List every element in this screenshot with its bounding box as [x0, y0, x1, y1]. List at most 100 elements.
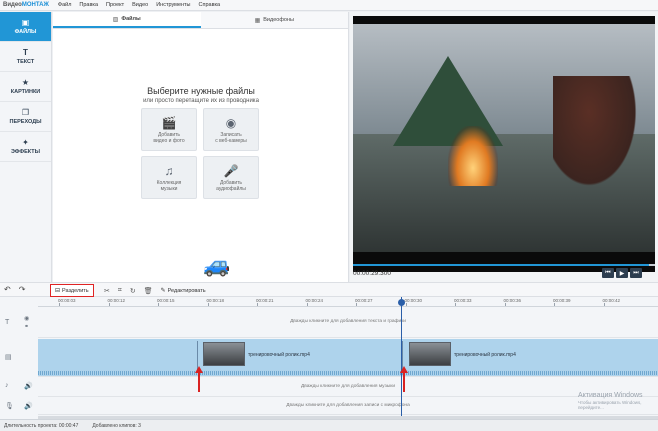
undo-button[interactable]: ↶ [4, 285, 11, 294]
add-audio-button[interactable]: 🎤 Добавить аудиофайлы [203, 156, 259, 199]
annotation-arrow-head [195, 366, 203, 373]
nav-item-text[interactable]: T ТЕКСТ [0, 42, 51, 72]
nav-item-images[interactable]: ★ КАРТИНКИ [0, 72, 51, 102]
clip-audio-wave [38, 371, 658, 375]
nav-item-effects[interactable]: ✦ ЭФФЕКТЫ [0, 132, 51, 162]
ruler-tick [306, 303, 308, 306]
split-button[interactable]: ⊟ Разделить [50, 284, 94, 297]
redo-button[interactable]: ↷ [19, 285, 26, 294]
play-icon: ▶ [619, 270, 625, 277]
delete-button[interactable]: 🗑 [144, 287, 153, 295]
trash-icon: 🗑 [143, 287, 153, 295]
menu-bar: ВидеоМОНТАЖ Файл Правка Проект Видео Инс… [0, 0, 658, 11]
undo-icon: ↶ [4, 285, 11, 294]
tab-files[interactable]: ▨ Файлы [53, 12, 201, 28]
ruler-tick [603, 303, 605, 306]
music-lane[interactable]: Дважды кликните для добавления музыки [38, 378, 658, 397]
ruler-tick [455, 303, 456, 306]
timeline: 00:00:03 00:00:12 00:00:15 00:00:18 00:00:21… [0, 297, 658, 419]
clip-thumbnail[interactable] [203, 342, 245, 366]
ruler-tick-label: 00:00:33 [454, 298, 472, 303]
rotate-button[interactable]: ↻ [130, 287, 136, 295]
clip-thumbnail[interactable] [409, 342, 451, 366]
video-lane[interactable]: тренировочный ролик.mp4 тренировочный ро… [38, 339, 658, 377]
menu-video[interactable]: Видео [132, 2, 148, 8]
next-frame-button[interactable]: ⏭ [630, 268, 642, 278]
menu-project[interactable]: Проект [106, 2, 124, 8]
ruler-tick-label: 00:00:36 [503, 298, 522, 303]
clip-label: тренировочный ролик.mp4 [454, 352, 516, 358]
timeline-ruler[interactable]: 00:00:03 00:00:12 00:00:15 00:00:18 00:00:21… [38, 297, 658, 307]
nav-item-label: КАРТИНКИ [10, 89, 41, 95]
split-icon: ⊟ [55, 288, 61, 294]
film-clapper-icon: 🎬 [161, 115, 177, 130]
preview-time: 00:00:29.300 [353, 269, 391, 277]
ruler-tick [207, 303, 209, 306]
video-track-icon: ▤ [5, 354, 12, 361]
ruler-tick-label: 00:00:03 [58, 298, 76, 303]
music-notes-icon: ♫ [164, 163, 174, 178]
scene-people [553, 76, 643, 196]
scene-campfire [448, 126, 498, 186]
skip-forward-icon: ⏭ [633, 269, 639, 276]
nav-item-label: ФАЙЛЫ [14, 29, 37, 35]
star-icon: ★ [21, 78, 30, 87]
ruler-tick-label: 00:00:42 [602, 298, 621, 303]
files-tabs: ▨ Файлы ▦ Видеофоны [53, 12, 348, 29]
volume-icon[interactable]: 🔊 [24, 382, 33, 390]
ruler-tick [59, 303, 60, 306]
tab-video-backgrounds[interactable]: ▦ Видеофоны [201, 12, 349, 28]
ruler-tick [504, 303, 506, 306]
add-video-photo-button[interactable]: 🎬 Добавить видео и фото [141, 108, 197, 151]
crop-icon: ⌗ [117, 286, 122, 294]
image-icon: ▨ [112, 16, 119, 23]
eye-icon[interactable]: ◉ [24, 315, 29, 322]
music-track-icon: ♪ [5, 382, 9, 389]
voice-lane-hint: Дважды кликните для добавления записи с … [286, 403, 410, 408]
cut-button[interactable]: ✂ [104, 287, 110, 295]
text-track-icon: T [5, 319, 10, 326]
nav-item-label: ПЕРЕХОДЫ [9, 119, 42, 125]
prev-frame-button[interactable]: ⏮ [602, 268, 614, 278]
film-icon: ▦ [254, 17, 261, 24]
link-icon[interactable]: ⚭ [24, 323, 29, 330]
ruler-tick-label: 00:00:21 [256, 298, 274, 303]
text-icon: T [23, 48, 28, 57]
record-webcam-button[interactable]: ◉ Записать с веб-камеры [203, 108, 259, 151]
left-nav: ▣ ФАЙЛЫ T ТЕКСТ ★ КАРТИНКИ ❐ ПЕРЕХОДЫ ✦ … [0, 12, 52, 282]
voice-lane[interactable]: Дважды кликните для добавления записи с … [38, 398, 658, 415]
playhead-handle[interactable] [398, 299, 405, 306]
magic-wand-icon: ✦ [22, 138, 29, 147]
ruler-tick-label: 00:00:15 [157, 298, 175, 303]
annotation-arrow [403, 372, 405, 392]
nav-item-label: ЭФФЕКТЫ [10, 149, 41, 155]
webcam-icon: ◉ [225, 115, 237, 130]
preview-timebar: 00:00:29.300 ⏮ ▶ ⏭ [350, 264, 658, 282]
nav-item-files[interactable]: ▣ ФАЙЛЫ [0, 12, 51, 42]
folder-icon: ▣ [21, 18, 30, 27]
menu-edit[interactable]: Правка [79, 2, 98, 8]
ruler-tick-label: 00:00:30 [404, 298, 423, 303]
music-collection-button[interactable]: ♫ Коллекция музыки [141, 156, 197, 199]
ruler-tick [257, 303, 258, 306]
menu-tools[interactable]: Инструменты [156, 2, 190, 8]
ruler-tick-label: 00:00:24 [305, 298, 324, 303]
ruler-tick-label: 00:00:27 [355, 298, 373, 303]
video-frame[interactable] [353, 16, 655, 272]
scissors-icon: ✂ [104, 287, 110, 295]
edit-button[interactable]: ✎ Редактировать [161, 287, 206, 295]
nav-item-label: ТЕКСТ [16, 59, 35, 65]
play-button[interactable]: ▶ [616, 268, 628, 278]
rotate-icon: ↻ [129, 287, 136, 295]
app-logo: ВидеоМОНТАЖ [3, 2, 49, 8]
text-lane[interactable]: Дважды кликните для добавления текста и … [38, 307, 658, 338]
menu-help[interactable]: Справка [199, 2, 221, 8]
nav-item-transitions[interactable]: ❐ ПЕРЕХОДЫ [0, 102, 51, 132]
playhead[interactable] [401, 297, 402, 417]
preview-progress-track[interactable] [353, 264, 655, 266]
mic-volume-icon[interactable]: 🔊 [24, 402, 33, 410]
menu-file[interactable]: Файл [58, 2, 72, 8]
files-subtitle: или просто перетащите их из проводника [143, 98, 259, 104]
microphone-track-icon: 🎙 [5, 403, 14, 410]
crop-button[interactable]: ⌗ [118, 287, 122, 295]
